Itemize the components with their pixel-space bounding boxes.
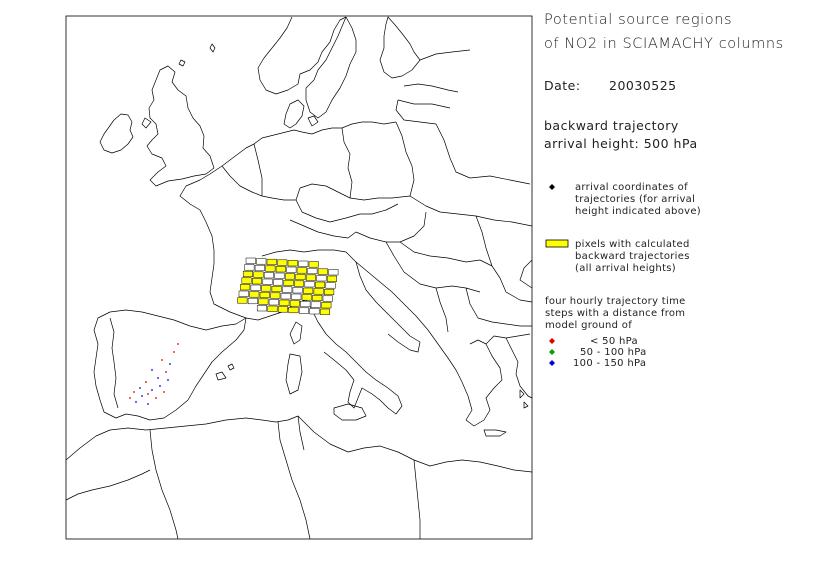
sciamachy-pixel [301, 294, 312, 301]
trajectory-point [169, 363, 171, 365]
sciamachy-pixel [284, 273, 295, 280]
trajectory-point [147, 393, 149, 395]
sciamachy-pixel [309, 308, 320, 315]
sciamachy-pixel [268, 299, 279, 306]
trajectory-point [165, 371, 167, 373]
trajectory-point [167, 379, 169, 381]
sciamachy-pixel [277, 306, 288, 313]
sciamachy-pixel [303, 287, 314, 294]
sciamachy-pixel [238, 290, 249, 297]
sciamachy-pixel [312, 294, 323, 302]
sciamachy-pixel [241, 277, 252, 284]
sciamachy-pixel [240, 284, 251, 291]
trajectory-points [129, 343, 179, 405]
sciamachy-pixel [295, 273, 306, 281]
sciamachy-pixel [273, 279, 284, 286]
sciamachy-pixel [266, 258, 277, 266]
sciamachy-pixel [321, 302, 332, 309]
sciamachy-pixel [307, 267, 318, 275]
trajectory-point [139, 387, 141, 389]
trajectory-point [163, 391, 165, 393]
sciamachy-pixel [282, 286, 293, 293]
sciamachy-pixel [259, 291, 270, 299]
sciamachy-pixel [280, 293, 291, 300]
trajectory-point [159, 385, 161, 387]
sciamachy-pixel [274, 272, 285, 279]
trajectory-point [135, 401, 137, 403]
green-diamond-icon [549, 349, 555, 355]
trajectory-point [155, 397, 157, 399]
sciamachy-pixel [263, 272, 274, 279]
blue-diamond-icon [549, 360, 555, 366]
sciamachy-pixel [270, 292, 281, 299]
sciamachy-pixel [298, 260, 309, 267]
trajectory-point [151, 369, 153, 371]
trajectory-point [157, 377, 159, 379]
sciamachy-pixel [283, 279, 294, 287]
sciamachy-pixel [317, 268, 328, 275]
trajectory-point [161, 359, 163, 361]
sciamachy-pixel [291, 293, 302, 300]
legend-symbols [545, 184, 569, 366]
sciamachy-pixel [326, 275, 337, 282]
sciamachy-pixel [265, 265, 276, 272]
europe-map [65, 15, 569, 540]
sciamachy-pixel [294, 280, 305, 287]
sciamachy-pixel [296, 267, 307, 274]
trajectory-point [145, 381, 147, 383]
sciamachy-pixel [328, 269, 339, 276]
sciamachy-pixel [310, 301, 321, 308]
sciamachy-pixel [322, 295, 333, 302]
sciamachy-pixel [250, 284, 261, 291]
sciamachy-pixel [256, 258, 267, 265]
sciamachy-pixel [252, 278, 263, 285]
sciamachy-pixel [262, 278, 273, 285]
sciamachy-pixel [287, 260, 298, 267]
sciamachy-pixel [245, 257, 256, 264]
trajectory-point [129, 397, 131, 399]
sciamachy-pixel [277, 259, 288, 266]
sciamachy-pixel [249, 291, 260, 298]
pixel-swatch [545, 239, 569, 248]
sciamachy-pixel [308, 261, 319, 268]
sciamachy-pixel [325, 282, 336, 289]
sciamachy-pixel [292, 287, 303, 294]
trajectory-point [173, 351, 175, 353]
sciamachy-pixel [256, 305, 267, 312]
sciamachy-pixel [279, 299, 290, 306]
sciamachy-pixel [242, 270, 253, 278]
red-diamond-icon [549, 338, 555, 344]
sciamachy-pixel [304, 281, 315, 288]
sciamachy-pixel [319, 308, 330, 315]
sciamachy-pixel [258, 298, 269, 305]
trajectory-point [151, 389, 153, 391]
trajectory-pixel-grid [237, 257, 339, 315]
sciamachy-pixel [298, 307, 309, 314]
sciamachy-pixel [261, 285, 272, 292]
sciamachy-pixel [267, 305, 278, 312]
sciamachy-pixel [286, 266, 297, 273]
sciamachy-pixel [316, 275, 327, 282]
sciamachy-pixel [237, 297, 248, 304]
sciamachy-pixel [275, 266, 286, 273]
sciamachy-pixel [324, 288, 335, 296]
sciamachy-pixel [289, 300, 300, 307]
sciamachy-pixel [288, 306, 299, 314]
trajectory-point [141, 395, 143, 397]
sciamachy-pixel [313, 288, 324, 295]
sciamachy-pixel [254, 264, 265, 272]
sciamachy-pixel [315, 281, 326, 288]
trajectory-point [133, 391, 135, 393]
sciamachy-pixel [300, 300, 311, 308]
sciamachy-pixel [305, 274, 316, 281]
trajectory-point [177, 343, 179, 345]
sciamachy-pixel [253, 271, 264, 278]
sciamachy-pixel [271, 285, 282, 293]
arrival-diamond-icon [549, 184, 555, 190]
sciamachy-pixel [247, 297, 258, 305]
trajectory-point [147, 403, 149, 405]
sciamachy-pixel [244, 264, 255, 271]
